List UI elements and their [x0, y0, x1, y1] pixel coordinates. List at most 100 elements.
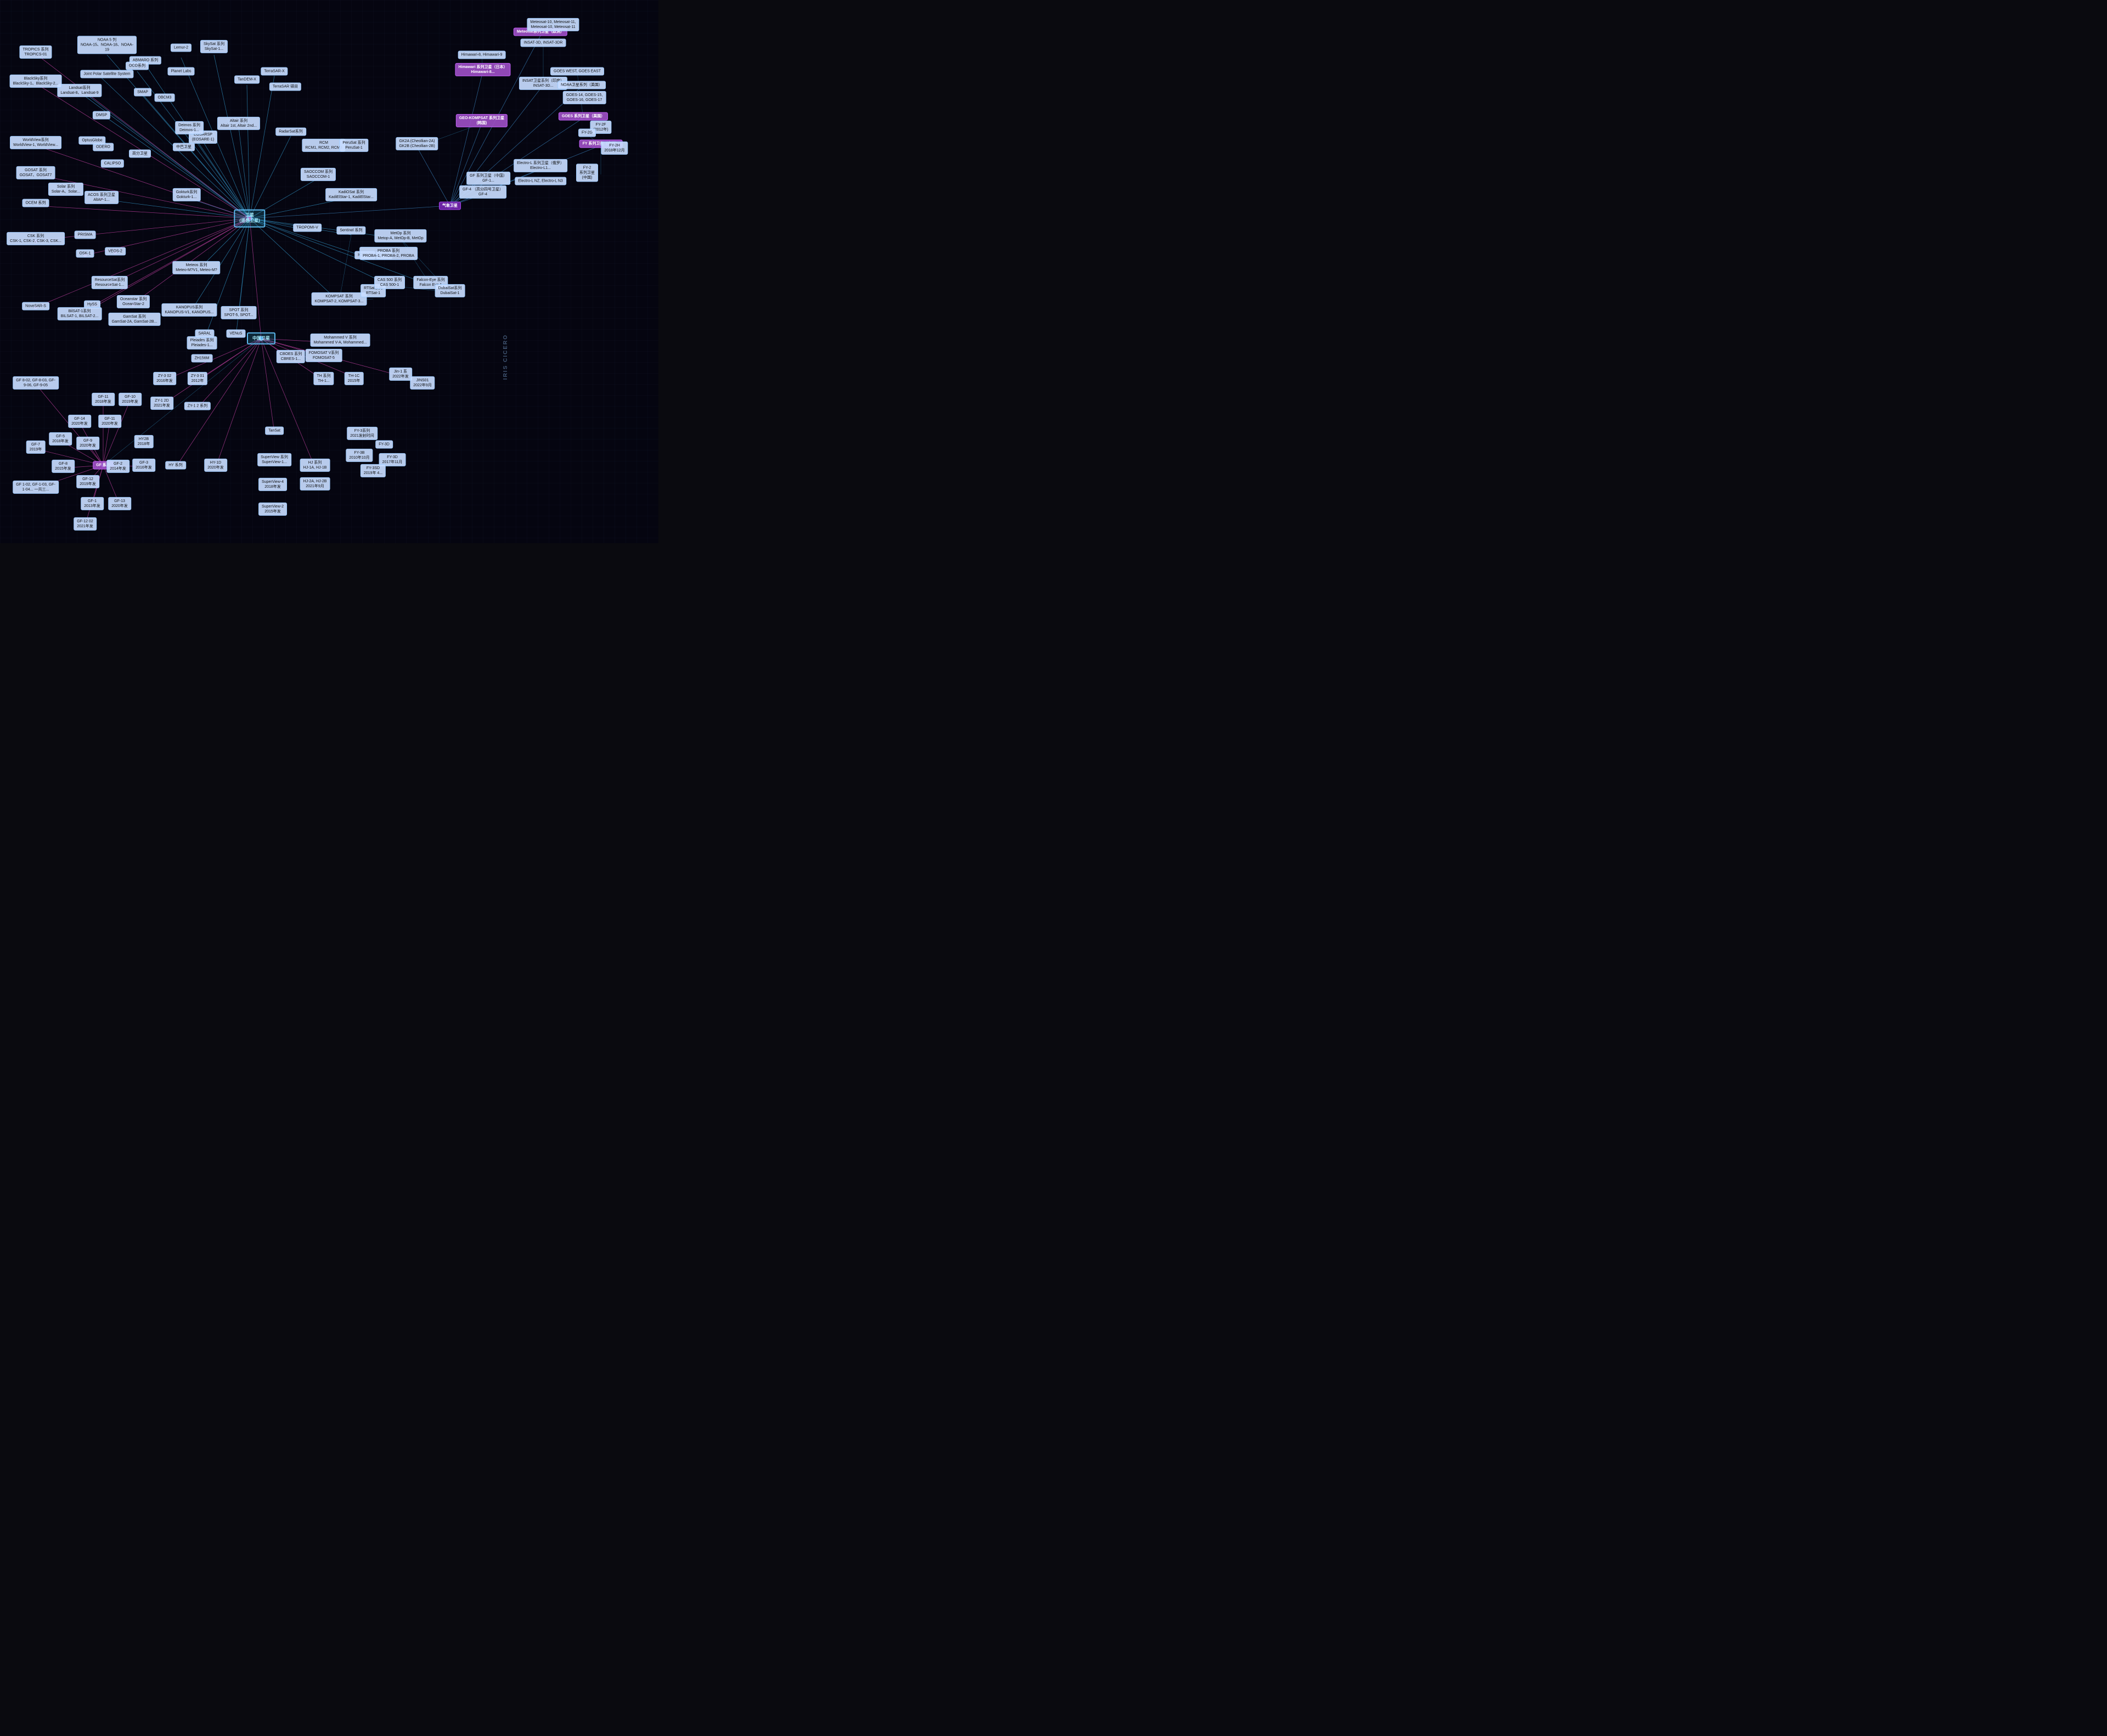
node-electro-l[interactable]: Electro-L 系列卫星（俄罗）Electro-L1...: [514, 159, 567, 172]
node-gf-2[interactable]: GF-22014年发: [106, 460, 129, 473]
node-planetlabs[interactable]: Planet Labs: [168, 67, 195, 75]
node-resources[interactable]: ResourceSat系列ResourceSat-1...: [92, 276, 128, 289]
node-skysat[interactable]: SkySat 系列SkySat-1...: [200, 40, 228, 53]
node-gf-1[interactable]: GF-12013年发: [81, 497, 104, 510]
node-gf-1-02[interactable]: GF 1-02, GF-1-03, GF-1-04... 一共三...: [13, 481, 59, 494]
node-oceanstar[interactable]: Oceanstar 系列OceanStar-2: [117, 295, 150, 308]
node-geokompsat[interactable]: GEO-KOMPSAT 系列卫星(韩国): [456, 114, 508, 127]
node-goes-series[interactable]: GOES 系列卫星（美国）: [559, 112, 608, 120]
node-himawari89[interactable]: Himawari-8, Himawari-9: [458, 50, 506, 59]
node-calipso[interactable]: CALIPSO: [101, 159, 124, 167]
node-superview1[interactable]: SuperView 系列SuperView-1...: [257, 453, 291, 466]
node-cskseries[interactable]: CSK 系列CSK-1, CSK-2, CSK-3, CSK...: [7, 232, 65, 245]
node-insat3d[interactable]: INSAT-3D, INSAT-3DR: [521, 38, 566, 47]
node-veos2[interactable]: VEOS-2: [105, 247, 126, 255]
node-solar[interactable]: Solar 系列Solar-A、Solar...: [48, 183, 83, 196]
node-goes-west[interactable]: GOES WEST, GOES EAST: [550, 67, 604, 75]
node-osk1[interactable]: OSK-1: [76, 249, 94, 257]
node-main-center[interactable]: 卫星(遥感卫星): [234, 210, 265, 228]
node-meteosat-1011[interactable]: Meteosat-10, Meteosat-11,Meteosat-10, Me…: [527, 18, 579, 31]
node-qixiang[interactable]: 气象卫星: [439, 201, 461, 210]
node-saoccom[interactable]: SAOCCOM 系列SAOCCOM-1: [301, 168, 336, 181]
node-kompsat[interactable]: KOMPSAT 系列KOMPSAT-2, KOMPSAT-3...: [312, 292, 367, 306]
node-cbers[interactable]: 中巴卫星: [173, 143, 195, 151]
node-gf-5[interactable]: GF-52018年发: [49, 432, 72, 446]
node-dmsp[interactable]: DMSP: [93, 111, 110, 119]
node-fy33[interactable]: FY-3系列2021发射时间: [347, 427, 378, 440]
node-tropics[interactable]: TROPICS 系列TROPICS-01: [19, 46, 52, 59]
node-gf-12[interactable]: GF-122019年发: [76, 475, 99, 488]
node-fy1-3b[interactable]: FY-3B2010年10月: [346, 449, 373, 462]
node-jins01[interactable]: JINS012022年9月: [410, 376, 435, 390]
node-fy2g[interactable]: FY-2G: [578, 128, 596, 137]
node-electro-l-nz[interactable]: Electro-L NZ, Electro-L N3: [515, 177, 566, 185]
node-superview3[interactable]: SuperView-22015年发: [258, 503, 287, 516]
node-gf-8[interactable]: GF-82015年发: [52, 460, 75, 473]
node-hj[interactable]: HJ 系列HJ-1A, HJ-1B: [300, 459, 330, 472]
node-fy2-old[interactable]: FY-2系列卫星(中国): [576, 164, 598, 182]
node-prisma[interactable]: PRISMA: [75, 230, 96, 239]
node-blacksky[interactable]: BlackSky系列BlackSky-1、BlackSky-2...: [10, 75, 62, 88]
node-superview2[interactable]: SuperView-42018年发: [258, 478, 287, 491]
node-lemur2[interactable]: Lemur-2: [171, 43, 191, 52]
node-meteos[interactable]: Meteos 系列Meteo-M?V1, Meteo-M?: [172, 261, 220, 274]
node-zh156m[interactable]: ZH156M: [191, 354, 213, 362]
node-gf4[interactable]: GF-4 （高分四号卫星）GF-4: [459, 185, 506, 199]
node-venus[interactable]: VENuS: [227, 329, 246, 337]
node-metopu[interactable]: MetOp 系列Metop-A, MetOp-B, MetOp: [374, 229, 426, 243]
node-tropomi[interactable]: TROPOMI-V: [293, 223, 322, 232]
node-fy3d[interactable]: FY-3D: [375, 440, 393, 448]
node-mohammed[interactable]: Mohammed V 系列Mohammed V-A, Mohammed...: [311, 334, 370, 347]
node-landsat[interactable]: Landsat系列Landsat-8、Landsat-9: [57, 84, 102, 97]
node-gambsat[interactable]: GamSat 系列GamSat-2A, GamSat-2B...: [109, 313, 161, 326]
node-goes14-15[interactable]: GOES-14, GOES-15,GOES-16, GOES-17: [563, 91, 606, 104]
node-smap[interactable]: SMAP: [134, 88, 151, 96]
node-gf-11-2[interactable]: GF-112020年发: [98, 415, 121, 428]
node-sentinel[interactable]: Sentinel 系列: [336, 226, 365, 234]
node-terradem-x[interactable]: TanDEM-X: [234, 75, 260, 83]
node-gf-12-02[interactable]: GF-12 022021年发: [74, 517, 97, 531]
node-noaa5[interactable]: NOAA 5 列NOAA-15、NOAA-18、NOAA-19: [77, 36, 137, 54]
node-gosat[interactable]: GOSAT 系列GOSAT、GOSAT7: [16, 166, 55, 179]
node-jointpolar[interactable]: Joint Polar Satellite System: [80, 70, 133, 78]
node-terrarsar[interactable]: TerraSAR-X: [261, 67, 288, 75]
node-hy2b[interactable]: HY2B2018年: [134, 435, 154, 448]
node-noaa-series[interactable]: NOAA卫星系列（美国）: [557, 81, 606, 89]
node-jin1[interactable]: Jin-1 系2022年发: [389, 368, 412, 381]
node-terrakarte[interactable]: TerraSAR 错目: [269, 82, 301, 91]
node-fomosat[interactable]: FOMOSAT V系列FOMOSAT-5: [306, 349, 342, 362]
node-bilsat[interactable]: BilSAT-1系列BILSAT-1, BILSAT-2...: [58, 307, 102, 320]
node-perusisat[interactable]: PeruSat 系列PeruSat-1: [339, 139, 368, 152]
node-th-01[interactable]: TH 系列TH-1...: [313, 372, 334, 385]
node-gf-10[interactable]: GF-102019年发: [119, 393, 142, 406]
node-fy3sd[interactable]: FY-3SD2019年 4...: [360, 464, 386, 477]
node-gf-13[interactable]: GF-132020年发: [108, 497, 131, 510]
node-hj2a[interactable]: HJ-2A, HJ-2B2021年9月: [300, 477, 330, 491]
node-proba[interactable]: PROBA 系列PROBA-1, PROBA-2, PROBA: [359, 247, 418, 260]
node-zy3-01[interactable]: ZY-3 012012年: [188, 372, 207, 385]
node-zy1-2d[interactable]: ZY-1 2D2021年发: [150, 397, 173, 410]
node-zy12[interactable]: ZY-1 2 系列: [184, 402, 211, 410]
node-gistam[interactable]: Gokturk系列Gokturk-1...: [173, 188, 201, 201]
node-pleaides[interactable]: Pleiades 系列Pleiades-1...: [187, 336, 217, 350]
node-himawari[interactable]: Himawari 系列卫星（日本）Himawari-8...: [455, 63, 510, 76]
node-hy-series[interactable]: HY 系列: [165, 461, 186, 469]
node-china-node[interactable]: 中国卫星: [247, 332, 275, 345]
node-obcm3[interactable]: OBCM3: [155, 93, 175, 102]
node-gf8-02[interactable]: GF 8-02, GF-8-03, GF-9-06, GF-9-05: [13, 376, 59, 390]
node-th-02[interactable]: TH-1C2015年: [345, 372, 364, 385]
node-saral[interactable]: SARAL: [195, 329, 215, 337]
node-gf-3[interactable]: GF-32016年发: [132, 459, 155, 472]
node-oco[interactable]: OCO系列: [126, 61, 149, 70]
node-radarsat[interactable]: RadarSat系列: [275, 127, 306, 136]
node-hy1d[interactable]: HY-1D2020年发: [204, 459, 227, 472]
node-novesars[interactable]: NoveSAR-S: [22, 302, 49, 310]
node-acos[interactable]: ACOS 系列卫星AltAP-1...: [84, 191, 119, 204]
node-gf-14[interactable]: GF-142020年发: [68, 415, 91, 428]
node-gf-9-3[interactable]: GF-92020年发: [76, 437, 99, 450]
node-gaofen[interactable]: 高分卫星: [129, 149, 151, 157]
node-zy3-02[interactable]: ZY-3 022016年发: [153, 372, 176, 385]
node-kadosat[interactable]: KadiOSat 系列KadiElStar-1, KadiElStar...: [325, 188, 377, 201]
node-worldview[interactable]: WorldView系列WorldView-1, WorldView...: [10, 136, 61, 149]
node-gk2a[interactable]: GK2A (Cheollian-2A)GK2B (Cheollian-2B): [396, 137, 438, 150]
